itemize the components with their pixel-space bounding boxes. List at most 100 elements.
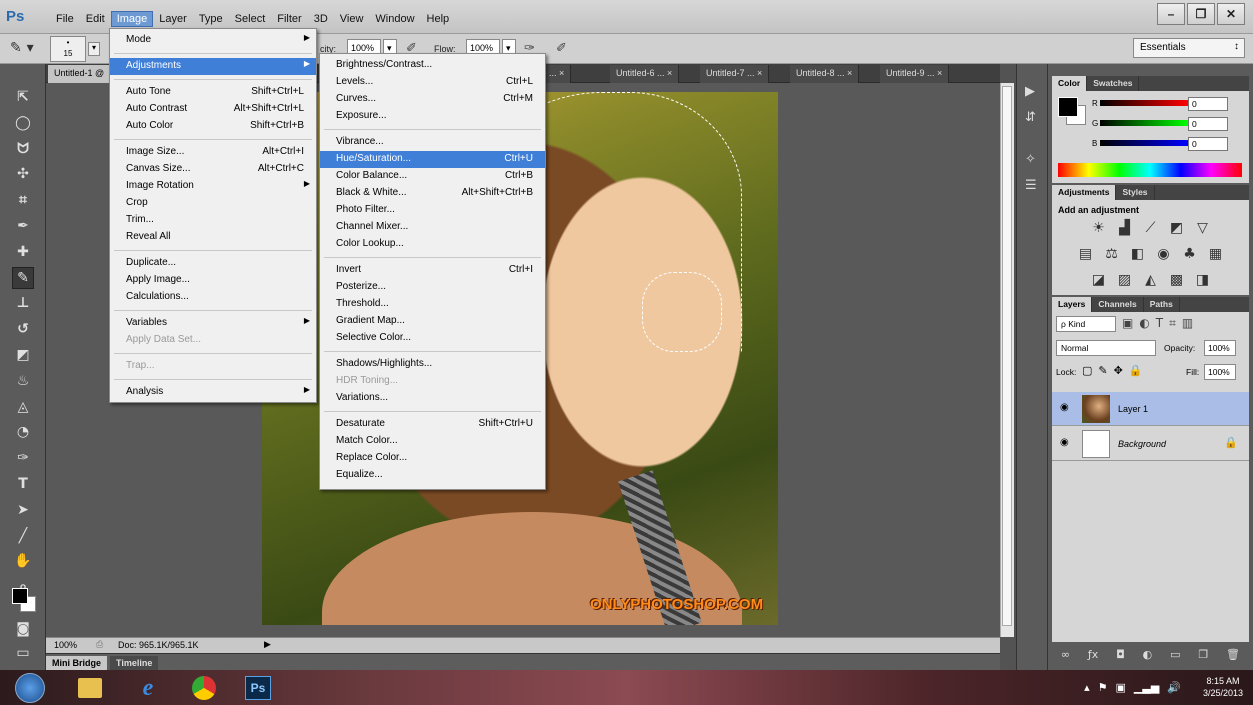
layer-row-layer-1[interactable]: ◉ Layer 1 (1052, 392, 1249, 426)
mask-icon[interactable]: ◘ (1116, 648, 1125, 666)
path-select-tool-icon[interactable]: ➤ (12, 499, 34, 521)
lasso-tool-icon[interactable]: ᗢ (12, 138, 34, 160)
tab-color[interactable]: Color (1052, 76, 1088, 91)
image-menu-calculations[interactable]: Calculations... (110, 289, 316, 306)
image-menu-apply-image[interactable]: Apply Image... (110, 272, 316, 289)
adjust-menu-selective-color[interactable]: Selective Color... (320, 330, 545, 347)
g-value[interactable]: 0 (1188, 117, 1228, 131)
tab-layers[interactable]: Layers (1052, 297, 1093, 312)
zoom-level[interactable]: 100% (54, 640, 77, 650)
adjust-menu-exposure[interactable]: Exposure... (320, 108, 545, 125)
image-menu-trim[interactable]: Trim... (110, 212, 316, 229)
image-menu-canvas-size[interactable]: Canvas Size... Alt+Ctrl+C (110, 161, 316, 178)
link-layers-icon[interactable]: ∞ (1061, 648, 1070, 666)
brush-preset-picker[interactable]: • 15 (50, 36, 86, 62)
new-layer-icon[interactable]: ❐ (1198, 648, 1208, 666)
image-menu-auto-color[interactable]: Auto Color Shift+Ctrl+B (110, 118, 316, 135)
r-slider[interactable] (1100, 100, 1188, 106)
eye-icon[interactable]: ◉ (1060, 437, 1069, 448)
threshold-icon[interactable]: ◭ (1142, 272, 1160, 288)
adjust-menu-variations[interactable]: Variations... (320, 390, 545, 407)
eye-icon[interactable]: ◉ (1060, 402, 1069, 413)
adjust-menu-match-color[interactable]: Match Color... (320, 433, 545, 450)
vertical-scrollbar-thumb[interactable] (1002, 86, 1012, 626)
tab-swatches[interactable]: Swatches (1087, 76, 1140, 91)
image-menu-auto-contrast[interactable]: Auto Contrast Alt+Shift+Ctrl+L (110, 101, 316, 118)
black-white-icon[interactable]: ◧ (1129, 246, 1147, 262)
group-icon[interactable]: ▭ (1170, 648, 1180, 666)
adjust-menu-levels[interactable]: Levels... Ctrl+L (320, 74, 545, 91)
brush-tool-icon[interactable]: ✎ (12, 266, 34, 289)
move-tool-icon[interactable]: ⇱ (12, 86, 34, 108)
adjust-menu-desaturate[interactable]: Desaturate Shift+Ctrl+U (320, 416, 545, 433)
color-lookup-icon[interactable]: ▦ (1207, 246, 1225, 262)
tab-paths[interactable]: Paths (1144, 297, 1180, 312)
clock[interactable]: 8:15 AM 3/25/2013 (1203, 675, 1243, 699)
adjust-menu-hue-saturation[interactable]: Hue/Saturation... Ctrl+U (320, 151, 545, 168)
workspace-switcher[interactable]: Essentials (1133, 38, 1245, 58)
adjust-menu-replace-color[interactable]: Replace Color... (320, 450, 545, 467)
image-menu-image-rotation[interactable]: Image Rotation ▶ (110, 178, 316, 195)
doc-tab-1[interactable]: Untitled-1 @ (48, 65, 112, 83)
menu-type[interactable]: Type (193, 11, 229, 27)
doc-tab-5[interactable]: Untitled-8 ... × (790, 65, 860, 83)
menu-image[interactable]: Image (110, 11, 154, 27)
image-menu-analysis[interactable]: Analysis ▶ (110, 384, 316, 401)
bucket-tool-icon[interactable]: ♨ (12, 370, 34, 392)
doc-tab-3[interactable]: Untitled-6 ... × (610, 65, 680, 83)
image-menu-auto-tone[interactable]: Auto Tone Shift+Ctrl+L (110, 84, 316, 101)
adjust-menu-shadows-highlights[interactable]: Shadows/Highlights... (320, 356, 545, 373)
show-hidden-icons-icon[interactable]: ▴ (1084, 681, 1090, 694)
adjust-menu-gradient-map[interactable]: Gradient Map... (320, 313, 545, 330)
tab-mini-bridge[interactable]: Mini Bridge (46, 656, 107, 671)
explorer-button[interactable] (64, 672, 116, 704)
screen-mode-icon[interactable]: ▭ (12, 642, 34, 664)
history-icon[interactable]: ⇵ (1025, 110, 1041, 126)
doc-tab-6[interactable]: Untitled-9 ... × (880, 65, 950, 83)
brush-dropdown-icon[interactable]: ▾ (88, 42, 100, 56)
fx-icon[interactable]: ƒx (1088, 648, 1098, 666)
levels-icon[interactable]: ▟ (1116, 220, 1134, 236)
posterize-icon[interactable]: ▨ (1116, 272, 1134, 288)
menu-view[interactable]: View (334, 11, 370, 27)
doc-tab-4[interactable]: Untitled-7 ... × (700, 65, 770, 83)
adjust-menu-black-white[interactable]: Black & White... Alt+Shift+Ctrl+B (320, 185, 545, 202)
menu-window[interactable]: Window (369, 11, 420, 27)
layer-name[interactable]: Layer 1 (1118, 404, 1148, 414)
marquee-tool-icon[interactable]: ◯ (12, 112, 34, 134)
invert-icon[interactable]: ◪ (1090, 272, 1108, 288)
adjust-menu-curves[interactable]: Curves... Ctrl+M (320, 91, 545, 108)
network-icon[interactable]: ▣ (1116, 681, 1126, 694)
crop-tool-icon[interactable]: ⌗ (12, 189, 34, 211)
pen-tool-icon[interactable]: ✑ (12, 447, 34, 469)
foreground-color-swatch[interactable] (12, 588, 28, 604)
healing-brush-tool-icon[interactable]: ✚ (12, 241, 34, 263)
adjust-menu-posterize[interactable]: Posterize... (320, 279, 545, 296)
status-arrow-icon[interactable]: ▶ (264, 639, 271, 650)
lock-icons[interactable]: ▢✎✥🔒 (1082, 364, 1149, 377)
adjust-menu-equalize[interactable]: Equalize... (320, 467, 545, 484)
eyedropper-tool-icon[interactable]: ✒ (12, 215, 34, 237)
pressure-size-icon[interactable]: ✐ (556, 41, 567, 56)
tab-adjustments[interactable]: Adjustments (1052, 185, 1117, 200)
fill-field[interactable]: 100% (1204, 364, 1236, 380)
quick-mask-icon[interactable]: ◙ (12, 618, 34, 640)
brush-presets-icon[interactable]: ✧ (1025, 152, 1041, 168)
stamp-tool-icon[interactable]: ⊥ (12, 292, 34, 314)
adjustment-layer-icon[interactable]: ◐ (1143, 648, 1153, 666)
image-menu-mode[interactable]: Mode ▶ (110, 32, 316, 49)
blend-mode-select[interactable]: Normal (1056, 340, 1156, 356)
adjust-menu-photo-filter[interactable]: Photo Filter... (320, 202, 545, 219)
adjust-menu-invert[interactable]: Invert Ctrl+I (320, 262, 545, 279)
trash-icon[interactable]: 🗑 (1226, 648, 1240, 666)
start-button[interactable] (4, 672, 56, 704)
layer-name[interactable]: Background (1118, 439, 1166, 449)
r-value[interactable]: 0 (1188, 97, 1228, 111)
tab-channels[interactable]: Channels (1092, 297, 1144, 312)
menu-3d[interactable]: 3D (308, 11, 334, 27)
selective-color-icon[interactable]: ◨ (1194, 272, 1212, 288)
type-tool-icon[interactable]: T (12, 473, 34, 495)
gradient-map-icon[interactable]: ▩ (1168, 272, 1186, 288)
image-menu-duplicate[interactable]: Duplicate... (110, 255, 316, 272)
layer-opacity-field[interactable]: 100% (1204, 340, 1236, 356)
